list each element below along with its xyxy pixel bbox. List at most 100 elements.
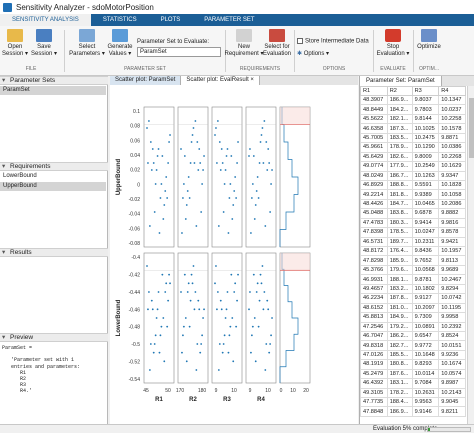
preview-header[interactable]: ▾ Preview [0,333,108,342]
table-cell[interactable]: 9.8037 [411,94,440,106]
table-cell[interactable]: 9.6878 [411,208,440,219]
table-cell[interactable]: 46.9931 [360,274,388,285]
table-cell[interactable]: 10.2097 [411,302,440,314]
table-cell[interactable]: 10.0742 [438,293,466,304]
table-cell[interactable]: 46.5731 [360,236,388,248]
table-row[interactable]: 49.0774 177.9... 10.2549 10.1629 [360,161,466,172]
table-cell[interactable]: 10.1957 [438,245,466,257]
table-cell[interactable]: 179.2... [386,321,413,332]
table-cell[interactable]: 178.2... [386,387,413,399]
table-cell[interactable]: 9.9127 [411,293,440,304]
generate-values-button[interactable]: Generate Values ▾ [107,29,133,58]
table-row[interactable]: 48.8449 184.2... 9.7803 10.0237 [360,104,466,115]
table-row[interactable]: 48.4426 184.7... 10.0465 10.2086 [360,198,466,210]
table-cell[interactable]: 49.3105 [360,387,388,399]
table-cell[interactable]: 9.9146 [411,406,440,417]
table-cell[interactable]: 188.8... [386,179,413,191]
table-row[interactable]: 47.8298 185.9... 9.7652 9.8113 [360,255,466,266]
table-cell[interactable]: 9.9772 [411,340,440,351]
table-cell[interactable]: 46.2234 [360,293,388,304]
table-row[interactable]: 47.8398 178.5... 10.0247 9.8578 [360,227,466,238]
table-cell[interactable]: 47.2546 [360,321,388,332]
table-cell[interactable]: 45.7005 [360,132,388,144]
table-cell[interactable]: 9.7309 [411,312,440,323]
table-row[interactable]: 47.2546 179.2... 10.0891 10.2392 [360,321,466,332]
table-cell[interactable]: 9.9958 [438,312,466,323]
table-cell[interactable]: 182.6... [386,151,413,163]
table-row[interactable]: 48.1919 180.8... 9.8293 10.1674 [360,359,466,370]
table-row[interactable]: 46.5731 189.7... 10.2311 9.9421 [360,236,466,248]
table-cell[interactable]: 10.1802 [411,283,440,295]
table-cell[interactable]: 9.7084 [411,378,440,389]
column-header-r3[interactable]: R3 [411,86,440,96]
table-cell[interactable]: 49.2214 [360,189,388,200]
table-row[interactable]: 47.0126 185.5... 10.1648 9.9236 [360,349,466,361]
requirements-header[interactable]: ▾ Requirements [0,162,108,171]
table-cell[interactable]: 9.8294 [438,283,466,295]
table-cell[interactable]: 48.8449 [360,104,388,115]
list-item-lowerbound[interactable]: LowerBound [0,172,106,181]
tab-parameter-set-paramset[interactable]: Parameter Set: ParamSet [360,76,442,86]
table-cell[interactable]: 183.5... [386,132,413,144]
table-cell[interactable]: 9.8436 [411,245,440,257]
table-cell[interactable]: 10.0465 [411,198,440,210]
results-header[interactable]: ▾ Results [0,248,108,257]
vertical-scrollbar[interactable] [467,86,474,424]
select-for-evaluation-button[interactable]: Select for Evaluation [262,29,292,58]
parameter-sets-header[interactable]: ▾ Parameter Sets [0,76,108,85]
table-cell[interactable]: 10.0386 [438,142,466,153]
table-cell[interactable]: 10.0891 [411,321,440,332]
table-cell[interactable]: 182.7... [386,340,413,351]
table-cell[interactable]: 180.3... [386,217,413,229]
table-cell[interactable]: 186.7... [386,170,413,181]
table-row[interactable]: 45.3766 179.6... 10.0568 9.9689 [360,264,466,276]
table-cell[interactable]: 9.9347 [438,170,466,181]
table-cell[interactable]: 184.7... [386,198,413,210]
table-cell[interactable]: 46.6358 [360,123,388,134]
table-cell[interactable]: 9.8987 [438,378,466,389]
table-cell[interactable]: 10.1674 [438,359,466,370]
table-cell[interactable]: 9.9389 [411,189,440,200]
table-cell[interactable]: 10.1263 [411,170,440,181]
optimize-button[interactable]: Optimize [416,29,442,51]
table-cell[interactable]: 189.7... [386,236,413,248]
table-cell[interactable]: 184.2... [386,104,413,115]
table-cell[interactable]: 186.2... [386,330,413,342]
table-row[interactable]: 48.3907 186.9... 9.8037 10.1347 [360,94,466,106]
options-button[interactable]: ✱ Options ▾ [297,50,329,57]
column-header-r2[interactable]: R2 [386,86,413,96]
table-cell[interactable]: 9.8211 [438,406,466,417]
table-row[interactable]: 47.4783 180.3... 9.9414 9.9816 [360,217,466,229]
table-cell[interactable]: 176.4... [386,245,413,257]
open-session-button[interactable]: Open Session ▾ [2,29,28,58]
table-cell[interactable]: 181.8... [386,189,413,200]
table-cell[interactable]: 10.2392 [438,321,466,332]
tab-statistics[interactable]: STATISTICS [91,14,149,26]
table-cell[interactable]: 186.9... [386,94,413,106]
table-row[interactable]: 45.0488 183.8... 9.6878 9.8882 [360,208,466,219]
table-cell[interactable]: 45.3766 [360,264,388,276]
tab-scatter-evalresult[interactable]: Scatter plot: EvalResult × [181,76,260,85]
table-cell[interactable]: 48.0249 [360,170,388,181]
table-row[interactable]: 46.9931 188.1... 9.8781 10.2467 [360,274,466,285]
table-cell[interactable]: 10.1828 [438,179,466,191]
table-cell[interactable]: 185.9... [386,255,413,266]
table-cell[interactable]: 10.2475 [411,132,440,144]
table-row[interactable]: 45.5622 182.1... 9.8144 10.2258 [360,113,466,125]
table-cell[interactable]: 10.1347 [438,94,466,106]
table-cell[interactable]: 10.0237 [438,104,466,115]
table-cell[interactable]: 46.7047 [360,330,388,342]
table-cell[interactable]: 187.8... [386,293,413,304]
table-cell[interactable]: 187.3... [386,123,413,134]
table-cell[interactable]: 45.8813 [360,312,388,323]
table-cell[interactable]: 45.9661 [360,142,388,153]
table-cell[interactable]: 49.0774 [360,161,388,172]
table-row[interactable]: 48.8172 176.4... 9.8436 10.1957 [360,245,466,257]
table-row[interactable]: 45.6429 182.6... 9.8009 10.2268 [360,151,466,163]
new-requirement-button[interactable]: New Requirement ▾ [224,29,264,58]
table-cell[interactable]: 45.5622 [360,113,388,125]
table-cell[interactable]: 10.2549 [411,161,440,172]
table-cell[interactable]: 179.6... [386,264,413,276]
table-row[interactable]: 48.0249 186.7... 10.1263 9.9347 [360,170,466,181]
table-row[interactable]: 49.4657 183.2... 10.1802 9.8294 [360,283,466,295]
